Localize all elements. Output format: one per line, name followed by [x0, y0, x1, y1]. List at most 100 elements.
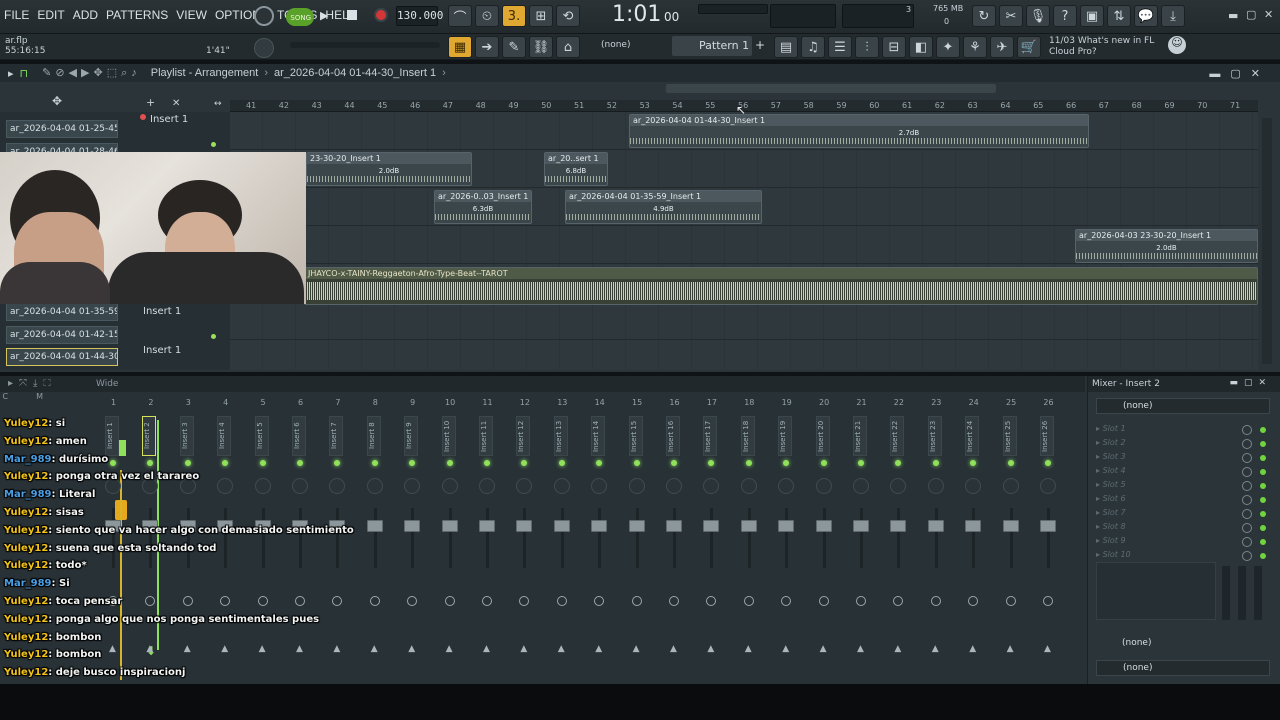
fader-cap[interactable]	[553, 520, 570, 532]
effect-slot[interactable]: ▸ Slot 10	[1096, 550, 1268, 562]
mixer-strip[interactable]: 13 Insert 13 ▲	[544, 396, 581, 678]
strip-fader[interactable]	[560, 508, 564, 568]
fader-cap[interactable]	[927, 520, 944, 532]
slot-led[interactable]	[1260, 441, 1266, 447]
list-item[interactable]: ar_2026-04-04 01-25-45...	[6, 120, 118, 138]
fader-cap[interactable]	[479, 520, 495, 532]
pan-knob[interactable]	[666, 478, 682, 494]
audio-clip[interactable]: ar_20..sert 1 6.8dB	[544, 152, 608, 186]
mixer-strip[interactable]: 24 Insert 24 ▲	[955, 396, 992, 678]
strip-led[interactable]	[932, 460, 939, 466]
slot-led[interactable]	[1260, 455, 1266, 461]
piano-roll-icon[interactable]: ♫	[801, 36, 825, 58]
route-arrow-icon[interactable]: ▲	[558, 644, 565, 654]
add-pattern-icon[interactable]: +	[755, 38, 765, 52]
stereo-sep-knob[interactable]	[444, 596, 455, 606]
strip-name[interactable]: Insert 19	[778, 416, 793, 456]
slot-mix-knob[interactable]	[1242, 467, 1252, 477]
audio-clip[interactable]: ar_2026-04-04 01-44-30_Insert 1 2.7dB	[629, 114, 1089, 148]
mixer-strip[interactable]: 22 Insert 22 ▲	[880, 396, 917, 678]
pan-knob[interactable]	[703, 478, 720, 494]
slot-led[interactable]	[1260, 539, 1266, 545]
stereo-sep-knob[interactable]	[631, 596, 642, 606]
strip-name[interactable]: Insert 10	[441, 416, 456, 456]
chat-icon[interactable]: 💬	[1134, 5, 1158, 27]
strip-fader[interactable]	[897, 508, 901, 568]
pan-knob[interactable]	[404, 478, 421, 494]
fader-cap[interactable]	[441, 520, 458, 532]
slot-led[interactable]	[1260, 427, 1266, 433]
list-item[interactable]: ar_2026-04-04 01-44-30...	[6, 348, 118, 366]
mixer-strip[interactable]: 19 Insert 19 ▲	[768, 396, 805, 678]
strip-fader[interactable]	[598, 508, 602, 568]
stereo-sep-knob[interactable]	[968, 596, 979, 606]
strip-fader[interactable]	[373, 508, 377, 568]
strip-fader[interactable]	[448, 508, 452, 568]
mixer-strip[interactable]: 25 Insert 25 ▲	[993, 396, 1030, 678]
route-arrow-icon[interactable]: ▲	[932, 644, 939, 654]
menu-edit[interactable]: EDIT	[37, 8, 64, 24]
audio-clip[interactable]: ar_2026-04-03 23-30-20_Insert 1 2.0dB	[1075, 229, 1258, 263]
tools-icon[interactable]: ✂	[999, 5, 1023, 27]
link-icon[interactable]: ⛓	[529, 36, 553, 58]
eq-fader[interactable]	[1238, 566, 1246, 620]
audio-clip[interactable]: 23-30-20_Insert 1 2.0dB	[306, 152, 472, 186]
route-arrow-icon[interactable]: ▲	[707, 644, 714, 654]
route-arrow-icon[interactable]: ▲	[408, 644, 415, 654]
strip-led[interactable]	[1045, 460, 1051, 466]
mixer-strip[interactable]: 18 Insert 18 ▲	[731, 396, 768, 678]
snap-selector[interactable]: (none)	[601, 40, 630, 50]
strip-name[interactable]: Insert 9	[404, 416, 419, 456]
route-arrow-icon[interactable]: ▲	[1044, 644, 1051, 654]
mixer-strip[interactable]: 21 Insert 21 ▲	[843, 396, 880, 678]
strip-name[interactable]: Insert 17	[703, 416, 718, 456]
slot-led[interactable]	[1260, 497, 1266, 503]
pan-knob[interactable]	[628, 478, 645, 494]
route-arrow-icon[interactable]: ▲	[745, 644, 752, 654]
route-arrow-icon[interactable]: ▲	[969, 644, 976, 654]
pan-knob[interactable]	[853, 478, 869, 494]
effect-slot[interactable]: ▸ Slot 6	[1096, 494, 1268, 506]
mixer-tools-icon[interactable]: ▸⤧⤓⛶	[8, 378, 56, 389]
fader-cap[interactable]	[778, 520, 795, 532]
strip-led[interactable]	[521, 460, 528, 466]
pattern-selector[interactable]: Pattern 1	[672, 36, 752, 56]
stereo-sep-knob[interactable]	[743, 596, 754, 606]
mixer-view-icon[interactable]: ⇅	[1107, 5, 1131, 27]
list-item[interactable]: ar_2026-04-04 01-35-59...	[6, 303, 118, 321]
stamp-icon[interactable]: ⌂	[556, 36, 580, 58]
play-button[interactable]: ▶	[320, 9, 328, 22]
fader-cap[interactable]	[853, 520, 869, 532]
route-arrow-icon[interactable]: ▲	[595, 644, 602, 654]
playlist-arrow-icon[interactable]: ▸	[8, 67, 14, 80]
strip-led[interactable]	[596, 460, 603, 466]
mixer-strip[interactable]: 15 Insert 15 ▲	[619, 396, 656, 678]
strip-name[interactable]: Insert 20	[815, 416, 830, 456]
route-arrow-icon[interactable]: ▲	[820, 644, 827, 654]
strip-name[interactable]: Insert 22	[890, 416, 905, 456]
stereo-sep-knob[interactable]	[519, 596, 530, 606]
strip-name[interactable]: Insert 16	[666, 416, 680, 456]
add-track-icon[interactable]: +	[146, 96, 155, 109]
mixer-strip[interactable]: 9 Insert 9 ▲	[394, 396, 431, 678]
effect-slot[interactable]: ▸ Slot 9	[1096, 536, 1268, 548]
slot-mix-knob[interactable]	[1242, 509, 1252, 519]
eq-fader[interactable]	[1254, 566, 1262, 620]
strip-name[interactable]: Insert 24	[965, 416, 980, 456]
mixer-strip[interactable]: 16 Insert 16 ▲	[656, 396, 693, 678]
effect-slot[interactable]: ▸ Slot 1	[1096, 424, 1268, 436]
playlist-scrollbar[interactable]	[666, 84, 996, 93]
strip-fader[interactable]	[336, 508, 340, 568]
strip-led[interactable]	[970, 460, 977, 466]
route-arrow-icon[interactable]: ▲	[633, 644, 640, 654]
stereo-sep-knob[interactable]	[556, 596, 567, 606]
shop-icon[interactable]: 🛒	[1017, 36, 1041, 58]
mixer-input-select[interactable]: (none)	[1096, 398, 1270, 414]
effect-slot[interactable]: ▸ Slot 4	[1096, 466, 1268, 478]
step-edit-icon[interactable]: ⊞	[529, 5, 553, 27]
strip-fader[interactable]	[934, 508, 938, 568]
mixer-eq-select[interactable]: (none)	[1096, 636, 1270, 652]
mixer-strip[interactable]: 12 Insert 12 ▲	[506, 396, 543, 678]
strip-led[interactable]	[858, 460, 864, 466]
strip-name[interactable]: Insert 18	[740, 416, 755, 456]
